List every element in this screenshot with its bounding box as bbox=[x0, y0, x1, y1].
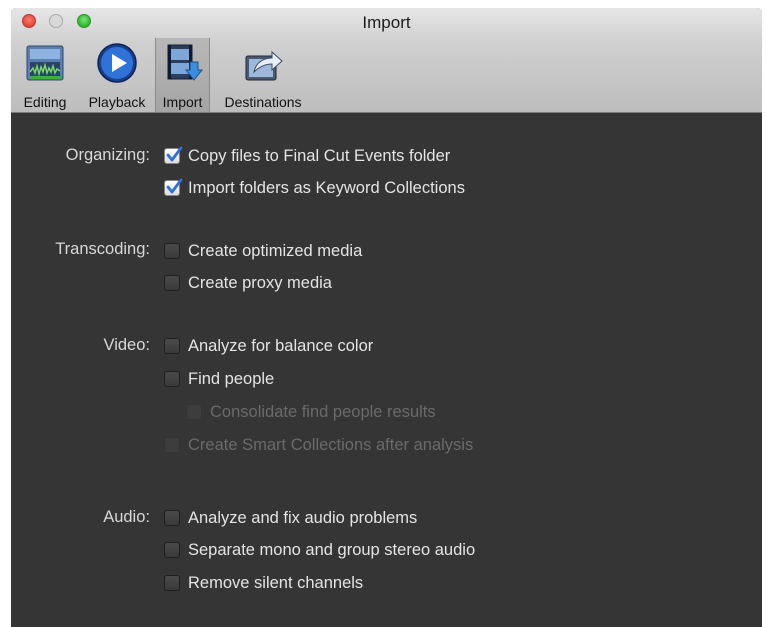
import-folders-checkbox[interactable] bbox=[164, 178, 183, 196]
balance-color-label: Analyze for balance color bbox=[188, 336, 374, 355]
playback-icon bbox=[97, 43, 137, 83]
toolbar-playback-label: Playback bbox=[88, 94, 146, 110]
window-title: Import bbox=[362, 13, 411, 32]
audio-label: Audio: bbox=[103, 508, 150, 526]
remove-silent-label: Remove silent channels bbox=[188, 573, 364, 592]
preferences-window: Import Editing Playback Import Destinati… bbox=[11, 8, 762, 627]
import-icon bbox=[167, 44, 203, 81]
fix-audio-label: Analyze and fix audio problems bbox=[188, 508, 418, 527]
toolbar-destinations[interactable]: Destinations bbox=[217, 38, 309, 112]
copy-files-label: Copy files to Final Cut Events folder bbox=[188, 146, 451, 165]
toolbar-import[interactable]: Import bbox=[155, 38, 210, 112]
destinations-icon bbox=[245, 50, 283, 81]
toolbar-import-label: Import bbox=[162, 94, 203, 110]
remove-silent-checkbox[interactable] bbox=[164, 575, 180, 591]
preferences-content: Organizing: Copy files to Final Cut Even… bbox=[11, 114, 762, 627]
fix-audio-checkbox[interactable] bbox=[164, 510, 180, 526]
find-people-option[interactable]: Find people bbox=[164, 368, 274, 390]
fix-audio-option[interactable]: Analyze and fix audio problems bbox=[164, 507, 417, 529]
copy-files-checkbox[interactable] bbox=[164, 146, 183, 164]
balance-color-checkbox[interactable] bbox=[164, 338, 180, 354]
find-people-checkbox[interactable] bbox=[164, 371, 180, 387]
checkmark-icon bbox=[166, 178, 183, 194]
separate-mono-option[interactable]: Separate mono and group stereo audio bbox=[164, 539, 475, 561]
smart-collections-label: Create Smart Collections after analysis bbox=[188, 435, 474, 454]
toolbar-editing-label: Editing bbox=[23, 94, 67, 110]
consolidate-people-option: Consolidate find people results bbox=[186, 401, 436, 423]
separate-mono-checkbox[interactable] bbox=[164, 542, 180, 558]
toolbar-editing[interactable]: Editing bbox=[15, 38, 75, 112]
optimized-media-option[interactable]: Create optimized media bbox=[164, 240, 362, 262]
transcoding-label: Transcoding: bbox=[55, 240, 150, 258]
smart-collections-option: Create Smart Collections after analysis bbox=[164, 434, 473, 456]
import-folders-option[interactable]: Import folders as Keyword Collections bbox=[164, 177, 465, 199]
import-folders-label: Import folders as Keyword Collections bbox=[188, 178, 465, 197]
optimized-media-label: Create optimized media bbox=[188, 241, 363, 260]
proxy-media-option[interactable]: Create proxy media bbox=[164, 272, 332, 294]
toolbar-destinations-label: Destinations bbox=[224, 94, 302, 110]
proxy-media-checkbox[interactable] bbox=[164, 275, 180, 291]
copy-files-option[interactable]: Copy files to Final Cut Events folder bbox=[164, 145, 450, 167]
video-label: Video: bbox=[103, 336, 151, 354]
proxy-media-label: Create proxy media bbox=[188, 273, 332, 292]
find-people-label: Find people bbox=[188, 369, 275, 388]
balance-color-option[interactable]: Analyze for balance color bbox=[164, 335, 373, 357]
consolidate-people-checkbox bbox=[186, 404, 202, 420]
remove-silent-option[interactable]: Remove silent channels bbox=[164, 572, 363, 594]
consolidate-people-label: Consolidate find people results bbox=[210, 402, 436, 421]
organizing-label: Organizing: bbox=[65, 146, 150, 164]
toolbar: Import Editing Playback Import Destinati… bbox=[11, 8, 762, 113]
toolbar-playback[interactable]: Playback bbox=[81, 38, 153, 112]
checkmark-icon bbox=[166, 146, 183, 162]
editing-icon bbox=[26, 45, 64, 81]
separate-mono-label: Separate mono and group stereo audio bbox=[188, 540, 476, 559]
smart-collections-checkbox bbox=[164, 437, 180, 453]
optimized-media-checkbox[interactable] bbox=[164, 243, 180, 259]
